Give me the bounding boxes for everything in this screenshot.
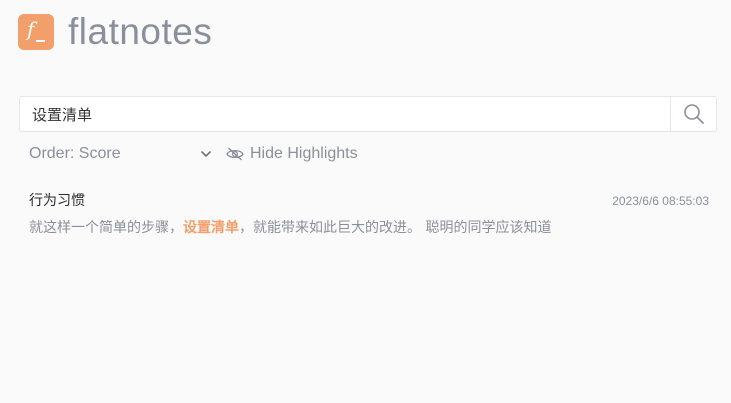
snippet-before: 就这样一个简单的步骤，: [29, 220, 183, 236]
app-title[interactable]: flatnotes: [68, 11, 212, 53]
order-label: Order: Score: [29, 145, 121, 162]
search-icon: [683, 104, 704, 124]
search-button[interactable]: [670, 97, 716, 131]
search-result[interactable]: 行为习惯 2023/6/6 08:55:03 就这样一个简单的步骤，设置清单，就…: [29, 190, 709, 237]
search-bar: [19, 96, 717, 132]
snippet-highlight: 设置清单: [183, 220, 239, 236]
eye-slash-icon: [226, 147, 244, 161]
result-date: 2023/6/6 08:55:03: [612, 194, 709, 208]
page: f flatnotes Order: Score: [0, 0, 731, 403]
logo-underscore: [36, 40, 45, 42]
result-title[interactable]: 行为习惯: [29, 190, 85, 210]
result-header: 行为习惯 2023/6/6 08:55:03: [29, 190, 709, 210]
hide-highlights-button[interactable]: Hide Highlights: [226, 145, 358, 163]
order-select[interactable]: Order: Score: [29, 145, 211, 163]
logo-letter: f: [27, 17, 35, 41]
logo[interactable]: f: [18, 14, 54, 50]
search-input[interactable]: [20, 97, 670, 131]
controls-row: Order: Score Hide Highlights: [29, 144, 358, 164]
hide-highlights-label: Hide Highlights: [250, 145, 358, 162]
result-snippet: 就这样一个简单的步骤，设置清单，就能带来如此巨大的改进。 聪明的同学应该知道: [29, 217, 709, 237]
snippet-after: ，就能带来如此巨大的改进。 聪明的同学应该知道: [239, 220, 552, 236]
header: f flatnotes: [18, 11, 212, 53]
chevron-down-icon: [201, 149, 211, 159]
